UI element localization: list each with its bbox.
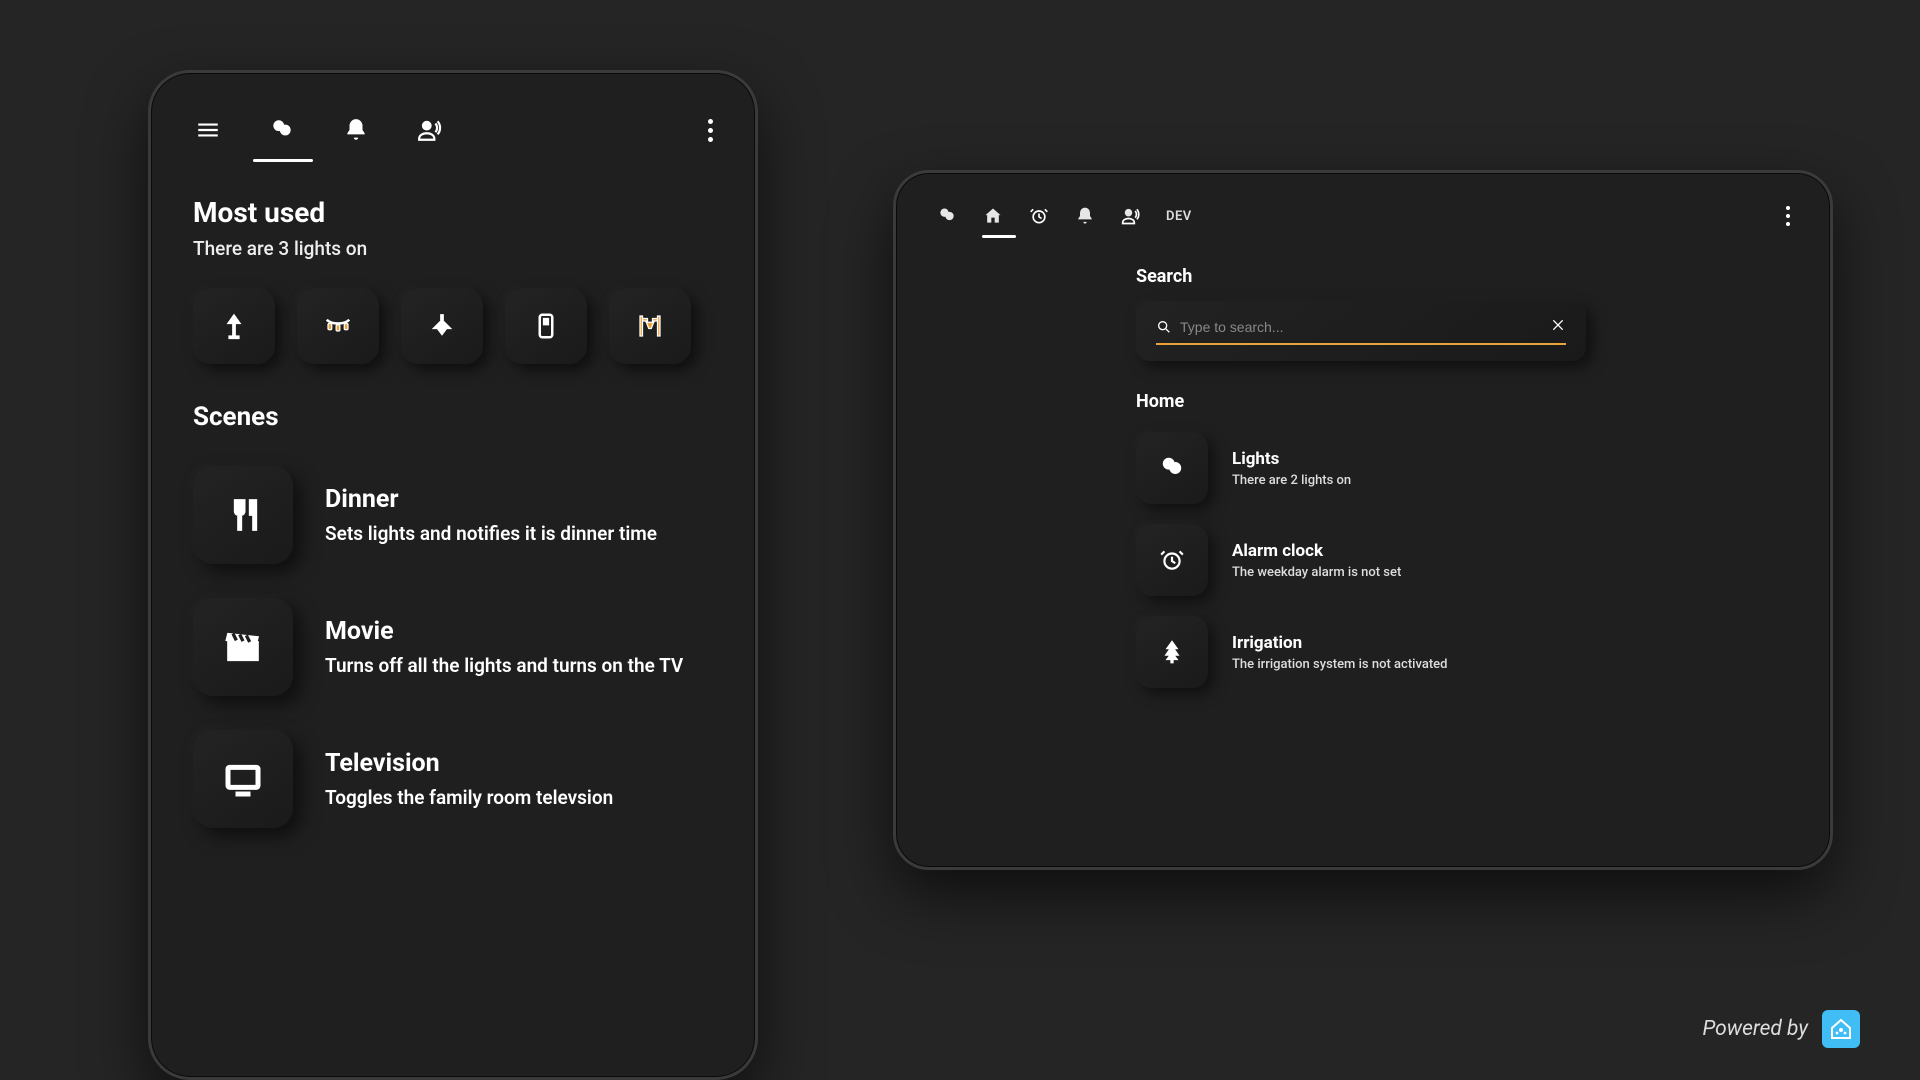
home-assistant-logo-icon [1822,1010,1860,1048]
home-item-name: Alarm clock [1232,541,1401,561]
phone-panel: Most used There are 3 lights on Scenes D… [148,70,758,1080]
outdoor-lamp-icon [635,311,665,341]
clear-search-icon[interactable] [1550,317,1566,337]
voice-tab-icon[interactable] [1120,205,1142,227]
notifications-tab-icon[interactable] [341,115,371,145]
phone-overflow-menu-icon[interactable] [708,119,713,142]
menu-icon[interactable] [193,115,223,145]
scene-name: Television [325,749,613,778]
device-chip[interactable] [297,288,379,364]
phone-tab-bar [193,105,713,155]
home-item-name: Irrigation [1232,633,1447,653]
lights-tab-icon[interactable] [267,115,297,145]
search-icon [1156,319,1172,335]
scene-desc: Toggles the family room televsion [325,786,613,810]
scene-tile [193,730,293,828]
scene-desc: Turns off all the lights and turns on th… [325,654,683,678]
scene-item[interactable]: Movie Turns off all the lights and turns… [193,598,713,696]
powered-by-footer: Powered by [1702,1010,1860,1048]
scene-tile [193,466,293,564]
ceiling-light-icon [427,311,457,341]
home-item[interactable]: Irrigation The irrigation system is not … [1136,616,1586,688]
scenes-title: Scenes [193,402,713,432]
home-item[interactable]: Alarm clock The weekday alarm is not set [1136,524,1586,596]
home-tab-icon[interactable] [982,205,1004,227]
tablet-tab-bar: DEV [936,197,1790,235]
bulb-group-icon [1159,455,1185,481]
search-card [1136,301,1586,361]
home-item-desc: The irrigation system is not activated [1232,657,1447,672]
scene-item[interactable]: Television Toggles the family room telev… [193,730,713,828]
string-lights-icon [323,311,353,341]
tv-icon [223,759,263,799]
scene-name: Movie [325,617,683,646]
wall-switch-icon [531,311,561,341]
device-chip[interactable] [193,288,275,364]
scene-desc: Sets lights and notifies it is dinner ti… [325,522,657,546]
search-section-title: Search [1136,266,1586,287]
device-chip[interactable] [609,288,691,364]
home-section-title: Home [1136,391,1586,412]
notifications-tab-icon[interactable] [1074,205,1096,227]
clapper-icon [223,627,263,667]
search-input[interactable] [1180,319,1542,335]
scene-item[interactable]: Dinner Sets lights and notifies it is di… [193,466,713,564]
home-item-desc: The weekday alarm is not set [1232,565,1401,580]
home-item-tile [1136,432,1208,504]
tablet-overflow-menu-icon[interactable] [1786,206,1790,226]
home-item-tile [1136,524,1208,596]
powered-by-text: Powered by [1702,1017,1808,1041]
scene-tile [193,598,293,696]
voice-tab-icon[interactable] [415,115,445,145]
tablet-panel: DEV Search Home Lights There are 2 light… [893,170,1833,870]
most-used-title: Most used [193,196,713,229]
scene-name: Dinner [325,485,657,514]
alarm-clock-icon [1159,547,1185,573]
lights-tab-icon[interactable] [936,205,958,227]
home-item[interactable]: Lights There are 2 lights on [1136,432,1586,504]
active-tab-underline [253,159,313,162]
floor-lamp-icon [219,311,249,341]
alarm-tab-icon[interactable] [1028,205,1050,227]
device-chip[interactable] [505,288,587,364]
dev-tab[interactable]: DEV [1166,209,1192,224]
home-item-desc: There are 2 lights on [1232,473,1351,488]
search-field[interactable] [1156,317,1566,345]
most-used-subtitle: There are 3 lights on [193,237,713,260]
tree-icon [1159,639,1185,665]
device-chip[interactable] [401,288,483,364]
home-item-tile [1136,616,1208,688]
active-tab-underline [982,235,1016,238]
device-chip-row [193,288,713,364]
utensils-icon [223,495,263,535]
home-item-name: Lights [1232,449,1351,469]
